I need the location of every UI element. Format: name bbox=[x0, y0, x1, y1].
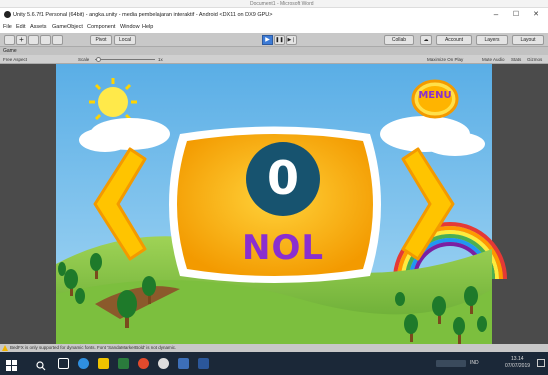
edge-icon[interactable] bbox=[78, 358, 89, 369]
menu-file[interactable]: File bbox=[3, 24, 12, 30]
menu-bar: File Edit Assets GameObject Component Wi… bbox=[0, 22, 548, 33]
word-window-strip: Document1 - Microsoft Word bbox=[0, 0, 548, 8]
menu-help[interactable]: Help bbox=[142, 24, 153, 30]
account-dropdown[interactable]: Account bbox=[436, 35, 472, 45]
stats-toggle[interactable]: Stats bbox=[511, 57, 521, 62]
game-view-bar: Free Aspect Scale 1x Maximize On Play Mu… bbox=[0, 55, 548, 64]
clock-time[interactable]: 13.14 bbox=[511, 356, 524, 362]
game-tab-label: Game bbox=[3, 48, 17, 54]
task-view-icon[interactable] bbox=[58, 358, 69, 369]
number-word: NOL bbox=[241, 228, 325, 268]
step-button[interactable]: ▶❘ bbox=[286, 35, 297, 45]
windows-start-icon[interactable] bbox=[6, 358, 17, 371]
local-button[interactable]: Local bbox=[114, 35, 136, 45]
word-window-title: Document1 - Microsoft Word bbox=[250, 1, 314, 7]
menu-edit[interactable]: Edit bbox=[16, 24, 25, 30]
layers-dropdown[interactable]: Layers bbox=[476, 35, 508, 45]
pause-button[interactable]: ❚❚ bbox=[274, 35, 285, 45]
clock-date[interactable]: 07/07/2019 bbox=[505, 363, 530, 369]
gizmos-dropdown[interactable]: Gizmos bbox=[527, 57, 542, 62]
layout-dropdown[interactable]: Layout bbox=[512, 35, 544, 45]
menu-gameobject[interactable]: GameObject bbox=[52, 24, 83, 30]
unity-logo-icon bbox=[4, 11, 11, 18]
chrome-icon[interactable] bbox=[138, 358, 149, 369]
scale-slider[interactable] bbox=[95, 59, 155, 60]
previous-arrow-hit[interactable] bbox=[90, 148, 150, 260]
file-explorer-icon[interactable] bbox=[98, 358, 109, 369]
menu-component[interactable]: Component bbox=[87, 24, 115, 30]
number-display: 0 bbox=[266, 151, 299, 205]
hand-tool-button[interactable] bbox=[4, 35, 15, 45]
maximize-on-play-toggle[interactable]: Maximize On Play bbox=[427, 57, 463, 62]
maximize-button[interactable]: ☐ bbox=[506, 10, 526, 18]
mute-audio-toggle[interactable]: Mute Audio bbox=[482, 57, 505, 62]
menu-button[interactable]: MENU bbox=[413, 90, 457, 101]
editor-toolbar: + Pivot Local ▶ ❚❚ ▶❘ Collab ☁ Account L… bbox=[0, 33, 548, 47]
menu-window[interactable]: Window bbox=[120, 24, 140, 30]
notifications-icon[interactable] bbox=[537, 359, 545, 367]
unity-title-bar: Unity 5.6.7f1 Personal (64bit) - angka.u… bbox=[0, 8, 548, 22]
menu-assets[interactable]: Assets bbox=[30, 24, 47, 30]
scale-label: Scale bbox=[78, 57, 90, 62]
scale-value: 1x bbox=[158, 57, 163, 62]
close-button[interactable]: ✕ bbox=[526, 10, 546, 18]
aspect-dropdown[interactable]: Free Aspect bbox=[3, 57, 27, 62]
warning-icon bbox=[2, 345, 8, 351]
search-icon[interactable] bbox=[36, 358, 46, 371]
minimize-button[interactable]: – bbox=[486, 10, 506, 19]
next-arrow-hit[interactable] bbox=[398, 148, 458, 260]
game-view: MENU 0 NOL bbox=[0, 64, 548, 344]
unity-taskbar-icon[interactable] bbox=[158, 358, 169, 369]
tray-icons[interactable] bbox=[436, 360, 466, 367]
console-status-bar[interactable]: BedFX is only supported for dynamic font… bbox=[0, 344, 548, 352]
collab-button[interactable]: Collab bbox=[384, 35, 414, 45]
language-indicator[interactable]: IND bbox=[470, 360, 479, 366]
status-message: BedFX is only supported for dynamic font… bbox=[10, 345, 177, 350]
cloud-icon[interactable]: ☁ bbox=[420, 35, 432, 45]
game-tab[interactable]: Game bbox=[0, 47, 548, 55]
app-taskbar-icon[interactable] bbox=[178, 358, 189, 369]
rect-tool-button[interactable] bbox=[52, 35, 63, 45]
play-button[interactable]: ▶ bbox=[262, 35, 273, 45]
rotate-tool-button[interactable] bbox=[28, 35, 39, 45]
scale-slider-knob[interactable] bbox=[96, 57, 101, 62]
pivot-button[interactable]: Pivot bbox=[90, 35, 112, 45]
word-taskbar-icon[interactable] bbox=[198, 358, 209, 369]
windows-taskbar: IND 13.14 07/07/2019 bbox=[0, 352, 548, 375]
store-icon[interactable] bbox=[118, 358, 129, 369]
scale-tool-button[interactable] bbox=[40, 35, 51, 45]
move-tool-button[interactable]: + bbox=[16, 35, 27, 45]
window-title: Unity 5.6.7f1 Personal (64bit) - angka.u… bbox=[13, 12, 273, 18]
